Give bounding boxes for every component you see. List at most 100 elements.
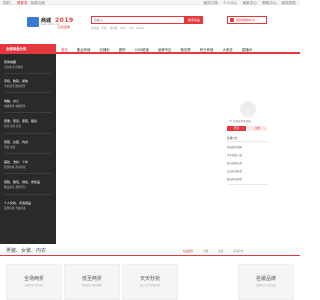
- section-title: 男装、女装、内衣: [6, 248, 47, 254]
- product-card[interactable]: 名媛品牌 优雅时尚 品质之选: [238, 264, 294, 300]
- category-sub: 面部护肤 香水彩妆: [4, 166, 26, 169]
- category-sub: 厨具 家纺 家具: [4, 125, 22, 128]
- nav-item[interactable]: 聚划算: [181, 48, 191, 52]
- divider: [227, 141, 269, 142]
- search-button[interactable]: 搜索商品: [185, 16, 203, 24]
- category-title: 男装、女装、内衣: [4, 140, 29, 144]
- news-item[interactable]: 春节放假安排: [227, 161, 242, 165]
- news-item[interactable]: 关于新版上线: [227, 153, 242, 157]
- section-divider: [0, 255, 300, 256]
- divider: [227, 184, 269, 185]
- category-title: 美妆、洗护、个护: [4, 160, 29, 164]
- top-bar: 您好， 请登录 免费注册 我的订单 个人中心 商家中心 帮助中心 网站导航: [0, 0, 300, 5]
- news-item[interactable]: 会员权益升级: [227, 169, 242, 173]
- category-title: 鞋靴、箱包、钟表、奢侈品: [4, 180, 41, 184]
- section-tab[interactable]: 运动户外: [233, 250, 243, 253]
- category-title: 手机、数码、通信: [4, 79, 29, 83]
- nav-item[interactable]: 店铺街: [100, 48, 110, 52]
- seller-center-link[interactable]: 商家中心: [243, 1, 257, 5]
- welcome-text: Hi, 欢迎来到本商城: [229, 120, 251, 123]
- category-sub: 精品女包 潮流男包: [4, 186, 26, 189]
- nav-item[interactable]: 品牌专区: [158, 48, 172, 52]
- product-title: 名媛品牌: [255, 276, 276, 282]
- my-orders-link[interactable]: 我的订单: [204, 1, 218, 5]
- news-item[interactable]: 系统维护通知: [227, 145, 242, 149]
- cart-label: 我的购物车(0): [236, 18, 256, 22]
- panel-register-button[interactable]: 注册: [248, 126, 267, 131]
- nav-item-home[interactable]: 首页: [61, 48, 68, 52]
- hot-word[interactable]: Top: [129, 27, 133, 30]
- help-center-link[interactable]: 帮助中心: [262, 1, 276, 5]
- category-item[interactable]: 家居、家具、家装、厨具 厨具 家纺 家具: [4, 119, 54, 128]
- cart-icon: [230, 18, 234, 22]
- hot-word[interactable]: 手机: [102, 27, 107, 30]
- register-link[interactable]: 免费注册: [31, 1, 45, 5]
- site-nav-link[interactable]: 网站导航: [282, 1, 296, 5]
- category-sidebar: 家用电器 大家电 生活电器 手机、数码、通信 手机通讯 数码配件 电脑、办公 电…: [0, 54, 56, 244]
- product-title: 天天秒抢: [139, 276, 160, 282]
- hot-word[interactable]: 连衣裙: [91, 27, 99, 30]
- login-link[interactable]: 请登录: [17, 1, 28, 5]
- user-panel: Hi, 欢迎来到本商城 登录 注册 商城公告 系统维护通知 关于新版上线 春节放…: [227, 54, 269, 244]
- category-item[interactable]: 个人化妆、清洁用品 面部护肤 洗发护发: [4, 201, 54, 210]
- product-card[interactable]: 低至两折 精选女装 限时抢购: [64, 264, 120, 300]
- nav-item[interactable]: CMS频道: [135, 48, 149, 52]
- product-sub: 每日上新 超值优惠: [140, 284, 160, 287]
- logo-icon[interactable]: [27, 17, 39, 27]
- nav-item[interactable]: 直播间: [242, 48, 252, 52]
- product-sub: 品牌男装 低至2折: [24, 284, 44, 287]
- divider: [4, 194, 52, 195]
- hot-search-words: 连衣裙 手机 运动鞋 Shirt Top Shoes: [91, 26, 146, 30]
- divider: [4, 92, 52, 93]
- category-sub: 电脑整机 电脑配件: [4, 105, 26, 108]
- product-title: 低至两折: [81, 276, 102, 282]
- product-card[interactable]: 全场两折 品牌男装 低至2折: [6, 264, 62, 300]
- top-bar-right: 我的订单 个人中心 商家中心 帮助中心 网站导航: [200, 1, 297, 6]
- promo-number: 2019: [55, 17, 74, 24]
- product-sub: 优雅时尚 品质之选: [256, 284, 276, 287]
- section-tab[interactable]: 女装: [218, 250, 223, 253]
- category-title: 电脑、办公: [4, 99, 20, 103]
- nav-item[interactable]: 团购: [119, 48, 126, 52]
- category-item[interactable]: 手机、数码、通信 手机通讯 数码配件: [4, 79, 54, 88]
- greeting-text: 您好，: [3, 0, 14, 5]
- category-title: 个人化妆、清洁用品: [4, 201, 32, 205]
- divider: [4, 112, 52, 113]
- category-sub: 手机通讯 数码配件: [4, 85, 26, 88]
- news-title: 商城公告: [227, 137, 238, 140]
- section-tab-hot[interactable]: 热品推荐: [183, 250, 193, 253]
- user-center-link[interactable]: 个人中心: [223, 1, 237, 5]
- cart-button[interactable]: 我的购物车(0): [227, 16, 267, 24]
- category-item[interactable]: 男装、女装、内衣 男装 女装: [4, 140, 54, 149]
- nav-item[interactable]: 大家说: [222, 48, 232, 52]
- category-item[interactable]: 美妆、洗护、个护 面部护肤 香水彩妆: [4, 160, 54, 169]
- nav-items: 首页 集运商城 店铺街 团购 CMS频道 品牌专区 聚划算 积分商城 大家说 直…: [61, 47, 260, 52]
- product-title: 全场两折: [23, 276, 44, 282]
- avatar[interactable]: [240, 101, 256, 117]
- product-sub: 精选女装 限时抢购: [82, 284, 102, 287]
- divider: [4, 133, 52, 134]
- category-item[interactable]: 鞋靴、箱包、钟表、奢侈品 精品女包 潮流男包: [4, 180, 54, 189]
- panel-login-button[interactable]: 登录: [227, 126, 246, 131]
- nav-item[interactable]: 积分商城: [200, 48, 214, 52]
- hot-word[interactable]: Shirt: [120, 27, 126, 30]
- main-nav: 全部商品分类 首页 集运商城 店铺街 团购 CMS频道 品牌专区 聚划算 积分商…: [0, 44, 300, 54]
- section-tab[interactable]: 男装: [203, 250, 208, 253]
- category-item[interactable]: 电脑、办公 电脑整机 电脑配件: [4, 99, 54, 108]
- category-sub: 面部护肤 洗发护发: [4, 207, 26, 210]
- top-bar-left: 您好， 请登录 免费注册: [3, 1, 48, 6]
- nav-item[interactable]: 集运商城: [77, 48, 91, 52]
- promo-label: 狂欢盛典: [58, 25, 71, 29]
- hot-word[interactable]: Shoes: [136, 27, 144, 30]
- category-item[interactable]: 家用电器 大家电 生活电器: [4, 60, 54, 69]
- promo-banner[interactable]: 2019 狂欢盛典: [53, 11, 83, 36]
- search-input[interactable]: [91, 16, 185, 24]
- product-card[interactable]: 天天秒抢 每日上新 超值优惠: [122, 264, 178, 300]
- news-item[interactable]: 配送时效说明: [227, 177, 242, 181]
- hot-word[interactable]: 运动鞋: [110, 27, 118, 30]
- divider: [4, 73, 52, 74]
- category-title: 家用电器: [4, 60, 17, 64]
- section-tabs: 热品推荐 男装 女装 运动户外: [174, 249, 244, 253]
- all-categories-button[interactable]: 全部商品分类: [0, 44, 56, 54]
- divider: [4, 173, 52, 174]
